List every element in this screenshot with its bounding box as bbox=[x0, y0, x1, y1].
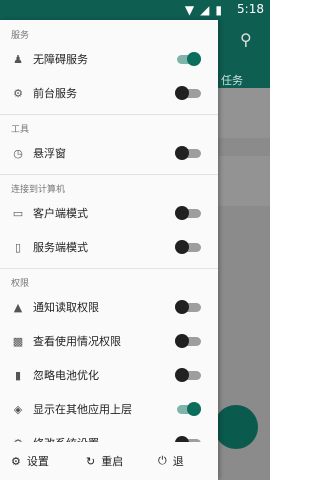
laptop-icon: ▭ bbox=[12, 206, 24, 220]
restart-icon: ↻ bbox=[86, 454, 96, 468]
phone-icon: ▯ bbox=[14, 240, 22, 254]
timer-icon: ◷ bbox=[13, 146, 23, 160]
background-tab-tasks[interactable]: 任务 bbox=[221, 72, 243, 88]
client-mode-item[interactable]: ▭ 客户端模式 bbox=[0, 196, 218, 230]
item-label: 前台服务 bbox=[33, 87, 77, 100]
background-list-row bbox=[218, 156, 270, 206]
usage-permission-item[interactable]: ▩ 查看使用情况权限 bbox=[0, 324, 218, 358]
settings-label: 设置 bbox=[26, 455, 49, 468]
item-label: 通知读取权限 bbox=[33, 301, 99, 314]
settings-button[interactable]: ⚙ 设置 bbox=[11, 453, 49, 469]
wifi-icon: ▼ bbox=[184, 3, 195, 17]
overlay-permission-switch[interactable] bbox=[175, 402, 201, 416]
section-title-tools: 工具 bbox=[11, 125, 30, 135]
battery-status-icon: ▮ bbox=[215, 3, 222, 17]
status-bar: ▼ ◢ ▮ 5:18 bbox=[0, 0, 270, 20]
gears-icon: ⚙ bbox=[13, 86, 23, 100]
power-icon: ⏻ bbox=[158, 454, 167, 467]
floating-window-switch[interactable] bbox=[175, 146, 201, 160]
status-time: 5:18 bbox=[237, 2, 264, 16]
notification-permission-switch[interactable] bbox=[175, 300, 201, 314]
foreground-service-switch[interactable] bbox=[175, 86, 201, 100]
chart-icon: ▩ bbox=[12, 334, 24, 348]
search-icon[interactable]: ⚲ bbox=[240, 30, 252, 49]
usage-permission-switch[interactable] bbox=[175, 334, 201, 348]
server-mode-item[interactable]: ▯ 服务端模式 bbox=[0, 230, 218, 264]
section-title-connect: 连接到计算机 bbox=[11, 185, 66, 195]
item-label: 忽略电池优化 bbox=[33, 369, 99, 382]
divider bbox=[0, 114, 218, 115]
divider bbox=[0, 268, 218, 269]
settings-icon: ⚙ bbox=[11, 454, 21, 468]
overlay-permission-item[interactable]: ◈ 显示在其他应用上层 bbox=[0, 392, 218, 426]
bell-icon: ▲ bbox=[13, 300, 23, 314]
restart-label: 重启 bbox=[101, 455, 124, 468]
exit-label: 退 bbox=[172, 455, 184, 468]
signal-icon: ◢ bbox=[200, 3, 210, 17]
divider bbox=[0, 174, 218, 175]
navigation-drawer: 服务 ♟ 无障碍服务 ⚙ 前台服务 工具 ◷ 悬浮窗 连接到计算机 ▭ 客户端模… bbox=[0, 20, 218, 480]
battery-optimization-switch[interactable] bbox=[175, 368, 201, 382]
item-label: 无障碍服务 bbox=[33, 53, 88, 66]
layers-icon: ◈ bbox=[13, 402, 23, 416]
accessibility-switch[interactable] bbox=[175, 52, 201, 66]
accessibility-service-item[interactable]: ♟ 无障碍服务 bbox=[0, 42, 218, 76]
exit-button[interactable]: ⏻ 退 bbox=[158, 453, 184, 469]
drawer-footer: ⚙ 设置 ↻ 重启 ⏻ 退 bbox=[0, 442, 218, 480]
add-fab-button[interactable] bbox=[214, 405, 258, 449]
accessibility-icon: ♟ bbox=[13, 52, 23, 66]
foreground-service-item[interactable]: ⚙ 前台服务 bbox=[0, 76, 218, 110]
client-mode-switch[interactable] bbox=[175, 206, 201, 220]
item-label: 悬浮窗 bbox=[33, 147, 66, 160]
item-label: 显示在其他应用上层 bbox=[33, 403, 132, 416]
section-title-service: 服务 bbox=[11, 31, 30, 41]
battery-optimization-item[interactable]: ▮ 忽略电池优化 bbox=[0, 358, 218, 392]
notification-permission-item[interactable]: ▲ 通知读取权限 bbox=[0, 290, 218, 324]
status-icons: ▼ ◢ ▮ bbox=[185, 3, 222, 17]
item-label: 查看使用情况权限 bbox=[33, 335, 121, 348]
item-label: 服务端模式 bbox=[33, 241, 88, 254]
server-mode-switch[interactable] bbox=[175, 240, 201, 254]
floating-window-item[interactable]: ◷ 悬浮窗 bbox=[0, 136, 218, 170]
background-list-row bbox=[218, 88, 270, 138]
item-label: 客户端模式 bbox=[33, 207, 88, 220]
battery-icon: ▮ bbox=[14, 368, 22, 382]
section-title-permissions: 权限 bbox=[11, 279, 30, 289]
restart-button[interactable]: ↻ 重启 bbox=[86, 453, 123, 469]
